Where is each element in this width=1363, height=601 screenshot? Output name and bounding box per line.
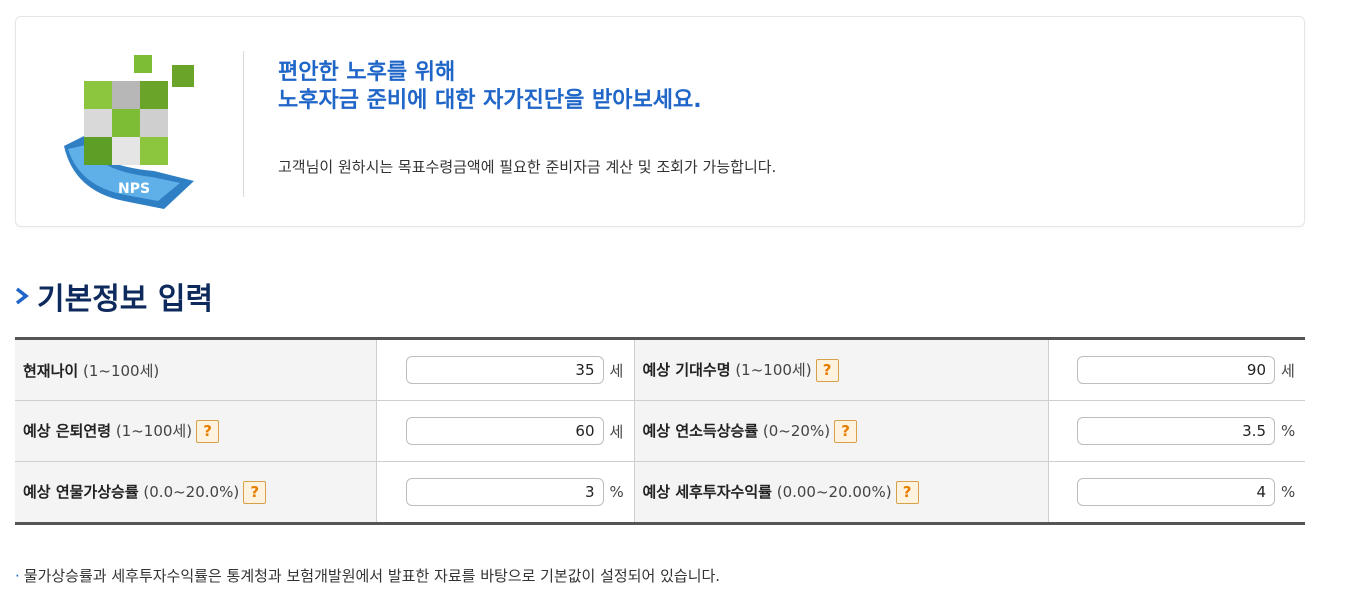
field-range: (0.0~20.0%) <box>143 482 240 501</box>
help-icon[interactable]: ? <box>834 419 858 443</box>
chevron-right-icon <box>15 287 29 305</box>
help-icon[interactable]: ? <box>196 419 220 443</box>
field-label: 예상 연소득상승률 <box>642 421 759 440</box>
unit-label: % <box>1281 422 1296 440</box>
nps-cube-logo-icon: NPS <box>64 55 194 209</box>
headline-line-2: 노후자금 준비에 대한 자가진단을 받아보세요. <box>278 88 702 113</box>
field-label: 예상 세후투자수익률 <box>642 482 772 501</box>
field-range: (1~100세) <box>115 421 193 440</box>
field-range: (0.00~20.00%) <box>776 482 892 501</box>
section-title: 기본정보 입력 <box>15 274 213 318</box>
info-note: · 물가상승률과 세후투자수익률은 통계청과 보험개발원에서 발표한 자료를 바탕… <box>15 565 720 586</box>
field-label-cell: 예상 기대수명 (1~100세)? <box>634 338 1049 401</box>
field-label: 예상 은퇴연령 <box>23 421 112 440</box>
unit-label: % <box>609 483 624 501</box>
field-value-cell: % <box>376 461 635 524</box>
help-icon[interactable]: ? <box>895 480 919 504</box>
banner-headline: 편안한 노후를 위해 노후자금 준비에 대한 자가진단을 받아보세요. <box>278 59 702 115</box>
unit-label: 세 <box>609 422 624 441</box>
field-value-cell: % <box>1048 462 1305 524</box>
field-value-cell: 세 <box>376 400 635 462</box>
value-input[interactable] <box>405 478 604 506</box>
input-wrap: 세 <box>1049 356 1306 384</box>
field-label-cell: 예상 세후투자수익률 (0.00~20.00%)? <box>634 461 1049 524</box>
field-label-cell: 예상 연소득상승률 (0~20%)? <box>634 400 1049 462</box>
intro-banner: NPS 편안한 노후를 위해 노후자금 준비에 대한 자가진단을 받아보세요. … <box>15 16 1305 227</box>
value-input[interactable] <box>405 356 604 384</box>
field-range: (0~20%) <box>762 421 831 440</box>
value-input[interactable] <box>1077 417 1275 445</box>
help-icon[interactable]: ? <box>815 358 839 382</box>
field-value-cell: 세 <box>376 338 635 401</box>
form-row: 예상 연물가상승률 (0.0~20.0%)?% 예상 세후투자수익률 (0.00~… <box>15 461 1305 524</box>
divider <box>243 51 244 197</box>
help-icon[interactable]: ? <box>243 480 267 504</box>
input-wrap: 세 <box>377 356 634 384</box>
unit-label: 세 <box>1281 361 1295 380</box>
field-label: 예상 연물가상승률 <box>23 482 139 501</box>
field-label-cell: 현재나이 (1~100세) <box>15 338 377 401</box>
field-value-cell: % <box>1048 400 1306 462</box>
field-range: (1~100세) <box>735 360 812 379</box>
value-input[interactable] <box>1077 356 1275 384</box>
form-row: 예상 은퇴연령 (1~100세)? 세 예상 연소득상승률 (0~20%)?% <box>15 400 1306 462</box>
input-wrap: % <box>377 478 634 506</box>
input-wrap: % <box>1049 417 1306 445</box>
input-wrap: % <box>1049 478 1306 506</box>
field-label: 예상 기대수명 <box>642 360 731 379</box>
value-input[interactable] <box>1077 478 1275 506</box>
unit-label: 세 <box>609 361 624 380</box>
note-bullet: · <box>15 567 20 585</box>
input-wrap: 세 <box>377 417 634 445</box>
value-input[interactable] <box>405 417 604 445</box>
field-label-cell: 예상 연물가상승률 (0.0~20.0%)? <box>15 461 377 524</box>
field-label-cell: 예상 은퇴연령 (1~100세)? <box>15 400 377 462</box>
section-title-text: 기본정보 입력 <box>37 282 214 317</box>
field-label: 현재나이 <box>23 361 79 380</box>
field-value-cell: 세 <box>1048 338 1306 401</box>
field-range: (1~100세) <box>82 361 160 380</box>
basic-info-form: 현재나이 (1~100세)세예상 기대수명 (1~100세)?세예상 은퇴연령 … <box>15 337 1305 525</box>
form-row: 현재나이 (1~100세) 세 예상 기대수명 (1~100세)? 세 <box>15 338 1306 401</box>
banner-subtext: 고객님이 원하시는 목표수령금액에 필요한 준비자금 계산 및 조회가 가능합니… <box>278 158 777 176</box>
svg-text:NPS: NPS <box>118 181 150 197</box>
note-text: 물가상승률과 세후투자수익률은 통계청과 보험개발원에서 발표한 자료를 바탕으… <box>23 567 721 585</box>
unit-label: % <box>1281 483 1296 501</box>
headline-line-1: 편안한 노후를 위해 <box>278 60 456 85</box>
